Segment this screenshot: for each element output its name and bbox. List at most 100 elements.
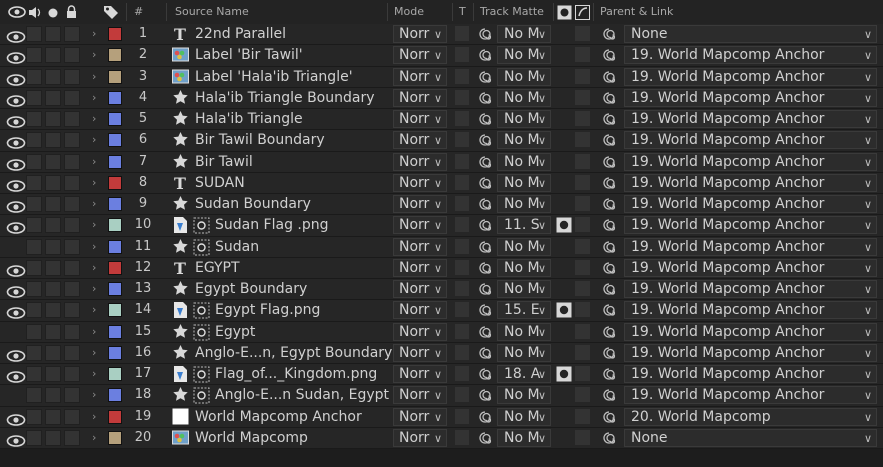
blend-mode-dropdown[interactable]: Norr ∨ (393, 407, 447, 426)
matte-alpha-empty[interactable] (556, 154, 572, 170)
layer-name[interactable]: Flag_of..._Kingdom.png (215, 364, 377, 384)
eye-visibility-icon[interactable] (6, 92, 26, 107)
matte-alpha-empty[interactable] (556, 281, 572, 297)
track-matte-dropdown[interactable]: No M ∨ (497, 280, 551, 298)
matte-invert-toggle[interactable] (575, 26, 590, 41)
layer-row[interactable]: › 1 T 22nd Parallel Norr ∨ No M ∨ None ∨ (0, 24, 883, 46)
eye-visibility-icon[interactable] (6, 156, 26, 171)
preserve-transparency-toggle[interactable] (455, 153, 469, 169)
layer-name[interactable]: Bir Tawil (195, 152, 253, 172)
track-matte-dropdown[interactable]: No M ∨ (497, 25, 551, 43)
matte-alpha-icon[interactable] (556, 302, 572, 318)
label-color-chip[interactable] (108, 367, 122, 381)
layer-row[interactable]: › 14 Egypt Flag.png Norr ∨ 15. E ∨ 19. Wor… (0, 300, 883, 322)
track-matte-dropdown[interactable]: 18. A ∨ (497, 365, 551, 383)
eye-visibility-icon[interactable] (6, 28, 26, 43)
layer-row[interactable]: › 12 T EGYPT Norr ∨ No M ∨ 19. World Mapco… (0, 257, 883, 279)
layer-row[interactable]: › 13 Egypt Boundary Norr ∨ No M ∨ 19. Worl… (0, 279, 883, 301)
solo-toggle[interactable] (45, 259, 61, 276)
audio-toggle[interactable] (26, 238, 42, 255)
expand-chevron-icon[interactable]: › (92, 48, 96, 61)
track-matte-dropdown[interactable]: No M ∨ (497, 258, 551, 277)
audio-toggle[interactable] (26, 366, 42, 382)
eye-visibility-icon[interactable] (6, 134, 26, 150)
matte-invert-toggle[interactable] (575, 387, 590, 403)
audio-toggle[interactable] (26, 47, 42, 64)
preserve-transparency-toggle[interactable] (455, 132, 469, 148)
layer-row[interactable]: › 5 Hala'ib Triangle Norr ∨ No M ∨ 19. Wor… (0, 109, 883, 131)
eye-visibility-icon[interactable] (6, 113, 26, 128)
label-color-chip[interactable] (108, 388, 122, 403)
expand-chevron-icon[interactable]: › (92, 155, 96, 168)
matte-invert-toggle[interactable] (575, 89, 590, 105)
layer-row[interactable]: › 10 Sudan Flag .png Norr ∨ 11. S ∨ 19. Wo… (0, 215, 883, 237)
parent-pickwhip-icon[interactable] (601, 239, 617, 255)
solo-header-icon[interactable] (48, 8, 58, 18)
label-color-chip[interactable] (108, 260, 122, 275)
audio-toggle[interactable] (26, 344, 42, 361)
parent-dropdown[interactable]: 19. World Mapcomp Anchor ∨ (624, 46, 877, 65)
lock-toggle[interactable] (64, 174, 80, 191)
parent-dropdown[interactable]: 19. World Mapcomp Anchor ∨ (624, 88, 877, 107)
eye-header-icon[interactable] (8, 6, 26, 18)
eye-visibility-icon[interactable] (6, 219, 26, 235)
label-color-chip[interactable] (108, 345, 122, 360)
preserve-transparency-toggle[interactable] (455, 196, 469, 211)
audio-toggle[interactable] (26, 89, 42, 106)
expand-chevron-icon[interactable]: › (92, 27, 96, 40)
label-color-chip[interactable] (108, 303, 122, 318)
lock-toggle[interactable] (64, 366, 80, 382)
matte-alpha-empty[interactable] (556, 111, 572, 127)
pickwhip-icon[interactable] (477, 175, 493, 191)
label-color-chip[interactable] (108, 430, 122, 445)
layer-row[interactable]: › 11 Sudan Norr ∨ No M ∨ 19. World Mapcomp… (0, 236, 883, 258)
matte-invert-toggle[interactable] (575, 238, 590, 254)
layer-name[interactable]: 22nd Parallel (195, 24, 286, 44)
solo-toggle[interactable] (45, 111, 61, 127)
layer-name[interactable]: Egypt (215, 322, 255, 342)
matte-alpha-icon[interactable] (556, 217, 572, 233)
layer-name[interactable]: Egypt Boundary (195, 279, 307, 299)
parent-pickwhip-icon[interactable] (601, 345, 617, 361)
matte-invert-toggle[interactable] (575, 259, 590, 275)
layer-row[interactable]: › 16 Anglo-E...n, Egypt Boundary Norr ∨ N… (0, 342, 883, 364)
parent-pickwhip-icon[interactable] (601, 260, 617, 276)
layer-name[interactable]: Label 'Bir Tawil' (195, 45, 303, 65)
matte-invert-toggle[interactable] (575, 111, 590, 126)
preserve-transparency-toggle[interactable] (455, 68, 469, 84)
audio-toggle[interactable] (26, 281, 42, 297)
matte-alpha-empty[interactable] (556, 430, 572, 446)
lock-toggle[interactable] (64, 26, 80, 42)
parent-pickwhip-icon[interactable] (601, 196, 617, 212)
matte-invert-toggle[interactable] (575, 344, 590, 360)
preserve-transparency-toggle[interactable] (455, 323, 469, 339)
lock-toggle[interactable] (64, 408, 80, 425)
parent-pickwhip-icon[interactable] (601, 430, 617, 446)
pickwhip-icon[interactable] (477, 26, 493, 42)
track-matte-dropdown[interactable]: No M ∨ (497, 46, 551, 65)
lock-toggle[interactable] (64, 132, 80, 149)
solo-toggle[interactable] (45, 68, 61, 85)
parent-pickwhip-icon[interactable] (601, 281, 617, 297)
preserve-transparency-toggle[interactable] (455, 429, 469, 445)
track-matte-dropdown[interactable]: No M ∨ (497, 195, 551, 213)
label-color-chip[interactable] (108, 324, 122, 339)
preserve-transparency-toggle[interactable] (455, 344, 469, 360)
pickwhip-icon[interactable] (477, 47, 493, 63)
lock-toggle[interactable] (64, 217, 80, 234)
parent-dropdown[interactable]: 19. World Mapcomp Anchor ∨ (624, 258, 877, 277)
eye-visibility-icon[interactable] (6, 49, 26, 65)
lock-toggle[interactable] (64, 387, 80, 404)
preserve-transparency-toggle[interactable] (455, 111, 469, 126)
audio-toggle[interactable] (26, 302, 42, 319)
blend-mode-dropdown[interactable]: Norr ∨ (393, 46, 447, 65)
preserve-transparency-toggle[interactable] (455, 387, 469, 403)
blend-mode-dropdown[interactable]: Norr ∨ (393, 343, 447, 362)
layer-name[interactable]: Anglo-E...n, Egypt Boundary (195, 343, 392, 363)
parent-dropdown[interactable]: 19. World Mapcomp Anchor ∨ (624, 173, 877, 192)
blend-mode-dropdown[interactable]: Norr ∨ (393, 301, 447, 320)
parent-dropdown[interactable]: 19. World Mapcomp Anchor ∨ (624, 365, 877, 383)
parent-dropdown[interactable]: None ∨ (624, 428, 877, 447)
parent-dropdown[interactable]: 19. World Mapcomp Anchor ∨ (624, 67, 877, 86)
parent-pickwhip-icon[interactable] (601, 111, 617, 127)
